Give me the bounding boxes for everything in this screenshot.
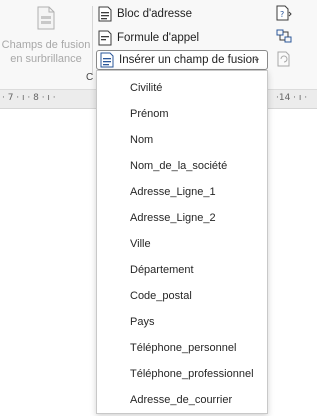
menu-item-pays[interactable]: Pays	[97, 309, 267, 335]
menu-item-adresse-ligne-1[interactable]: Adresse_Ligne_1	[97, 179, 267, 205]
menu-item-ville[interactable]: Ville	[97, 231, 267, 257]
document-highlight-icon	[37, 6, 55, 30]
menu-item-telephone-professionnel[interactable]: Téléphone_professionnel	[97, 361, 267, 387]
menu-item-prenom[interactable]: Prénom	[97, 101, 267, 127]
insert-merge-field-button[interactable]: Insérer un champ de fusion ⌄	[96, 50, 268, 70]
menu-item-nom-de-la-societe[interactable]: Nom_de_la_société	[97, 153, 267, 179]
menu-item-nom[interactable]: Nom	[97, 127, 267, 153]
highlight-merge-fields-label: Champs de fusion en surbrillance	[1, 39, 91, 65]
ruler-marks-right: ·14 · ı ·	[276, 93, 308, 103]
address-block-label: Bloc d'adresse	[117, 8, 193, 20]
highlight-merge-fields-button[interactable]: Champs de fusion en surbrillance	[0, 0, 92, 78]
merge-field-dropdown-menu: Civilité Prénom Nom Nom_de_la_société Ad…	[96, 70, 268, 414]
group-separator	[92, 6, 93, 74]
greeting-line-icon	[98, 30, 112, 46]
insert-merge-field-icon	[100, 52, 114, 68]
update-labels-icon[interactable]	[276, 51, 292, 67]
menu-item-code-postal[interactable]: Code_postal	[97, 283, 267, 309]
greeting-line-button[interactable]: Formule d'appel	[98, 28, 199, 48]
address-block-button[interactable]: Bloc d'adresse	[98, 4, 192, 24]
address-block-icon	[98, 6, 112, 22]
svg-text:?: ?	[280, 10, 284, 19]
menu-item-telephone-personnel[interactable]: Téléphone_personnel	[97, 335, 267, 361]
greeting-line-label: Formule d'appel	[117, 32, 200, 44]
menu-item-departement[interactable]: Département	[97, 257, 267, 283]
match-fields-icon[interactable]	[276, 28, 292, 44]
rules-icon[interactable]: ?	[276, 5, 292, 21]
group-label: C	[86, 72, 94, 83]
menu-item-civilite[interactable]: Civilité	[97, 75, 267, 101]
chevron-down-icon: ⌄	[252, 53, 261, 64]
insert-merge-field-label: Insérer un champ de fusion	[119, 54, 259, 66]
ruler-marks-left: · 7 · ı · 8 · ı ·	[2, 93, 56, 103]
menu-item-adresse-ligne-2[interactable]: Adresse_Ligne_2	[97, 205, 267, 231]
menu-item-adresse-de-courrier[interactable]: Adresse_de_courrier	[97, 387, 267, 413]
